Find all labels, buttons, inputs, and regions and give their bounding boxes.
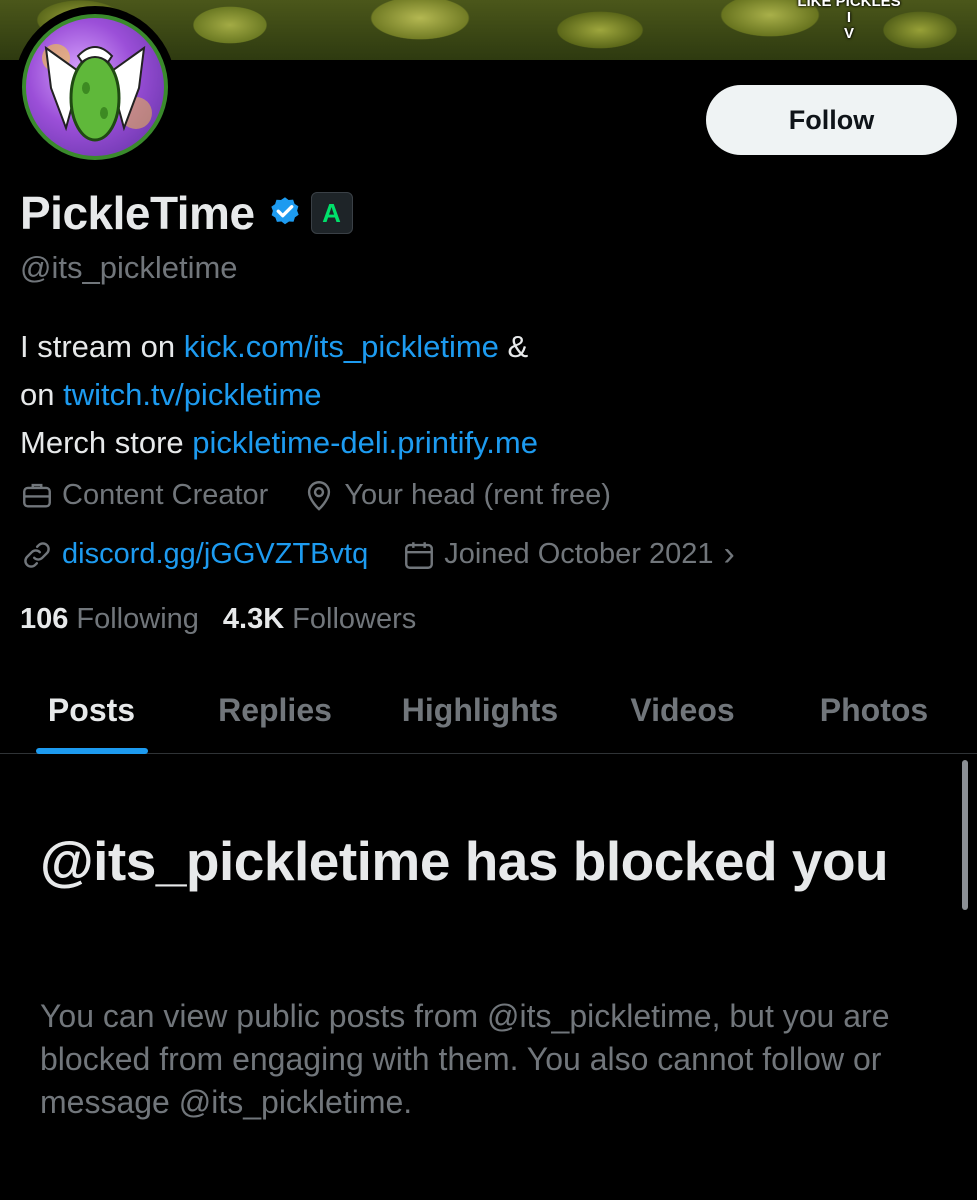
display-name: PickleTime (20, 187, 255, 239)
follow-button[interactable]: Follow (706, 85, 957, 155)
link-icon (24, 541, 50, 568)
user-handle: @its_pickletime (20, 250, 238, 285)
tab-photos[interactable]: Photos (795, 668, 953, 753)
profile-category: Content Creator (20, 478, 268, 512)
website-link[interactable]: discord.gg/jGGVZTBvtq (62, 538, 368, 571)
meta-row-2: discord.gg/jGGVZTBvtq Joined October 202… (20, 535, 769, 574)
meta-row-1: Content Creator Your head (rent free) (20, 478, 645, 512)
briefcase-icon (23, 483, 51, 508)
profile-location: Your head (rent free) (302, 478, 611, 512)
verified-badge-icon[interactable] (267, 195, 303, 231)
profile-joined[interactable]: Joined October 2021 › (402, 535, 735, 574)
blocked-title: @its_pickletime has blocked you (40, 830, 889, 892)
merch-link[interactable]: pickletime-deli.printify.me (192, 425, 538, 460)
follow-counts: 106 Following 4.3K Followers (20, 603, 440, 636)
banner-caption: LIKE PICKLES I V (797, 0, 901, 42)
location-pin-icon (308, 481, 331, 511)
active-tab-indicator (36, 748, 148, 754)
blocked-description: You can view public posts from @its_pick… (40, 998, 890, 1120)
calendar-icon (405, 541, 434, 569)
twitch-link[interactable]: twitch.tv/pickletime (63, 377, 321, 412)
bio: I stream on kick.com/its_pickletime & on… (20, 323, 538, 467)
bio-line-3: Merch store pickletime-deli.printify.me (20, 425, 538, 460)
tab-highlights[interactable]: Highlights (380, 668, 580, 753)
avatar-container (14, 6, 176, 168)
chevron-right-icon: › (723, 535, 735, 573)
scrollbar[interactable] (962, 760, 968, 910)
affiliate-badge[interactable]: A (310, 192, 353, 234)
following-count[interactable]: 106 Following (20, 603, 199, 636)
avatar[interactable] (22, 14, 168, 160)
tab-replies[interactable]: Replies (195, 668, 355, 753)
tab-videos[interactable]: Videos (610, 668, 755, 753)
name-row: PickleTime A (20, 186, 353, 240)
pickle-character-icon (42, 44, 152, 142)
followers-count[interactable]: 4.3K Followers (223, 603, 416, 636)
profile-tabs: Posts Replies Highlights Videos Photos (0, 668, 977, 754)
bio-line-2: on twitch.tv/pickletime (20, 377, 322, 412)
profile-website[interactable]: discord.gg/jGGVZTBvtq (20, 538, 368, 572)
kick-link[interactable]: kick.com/its_pickletime (184, 329, 499, 364)
tab-posts[interactable]: Posts (20, 668, 163, 753)
bio-line-1: I stream on kick.com/its_pickletime & (20, 329, 529, 364)
